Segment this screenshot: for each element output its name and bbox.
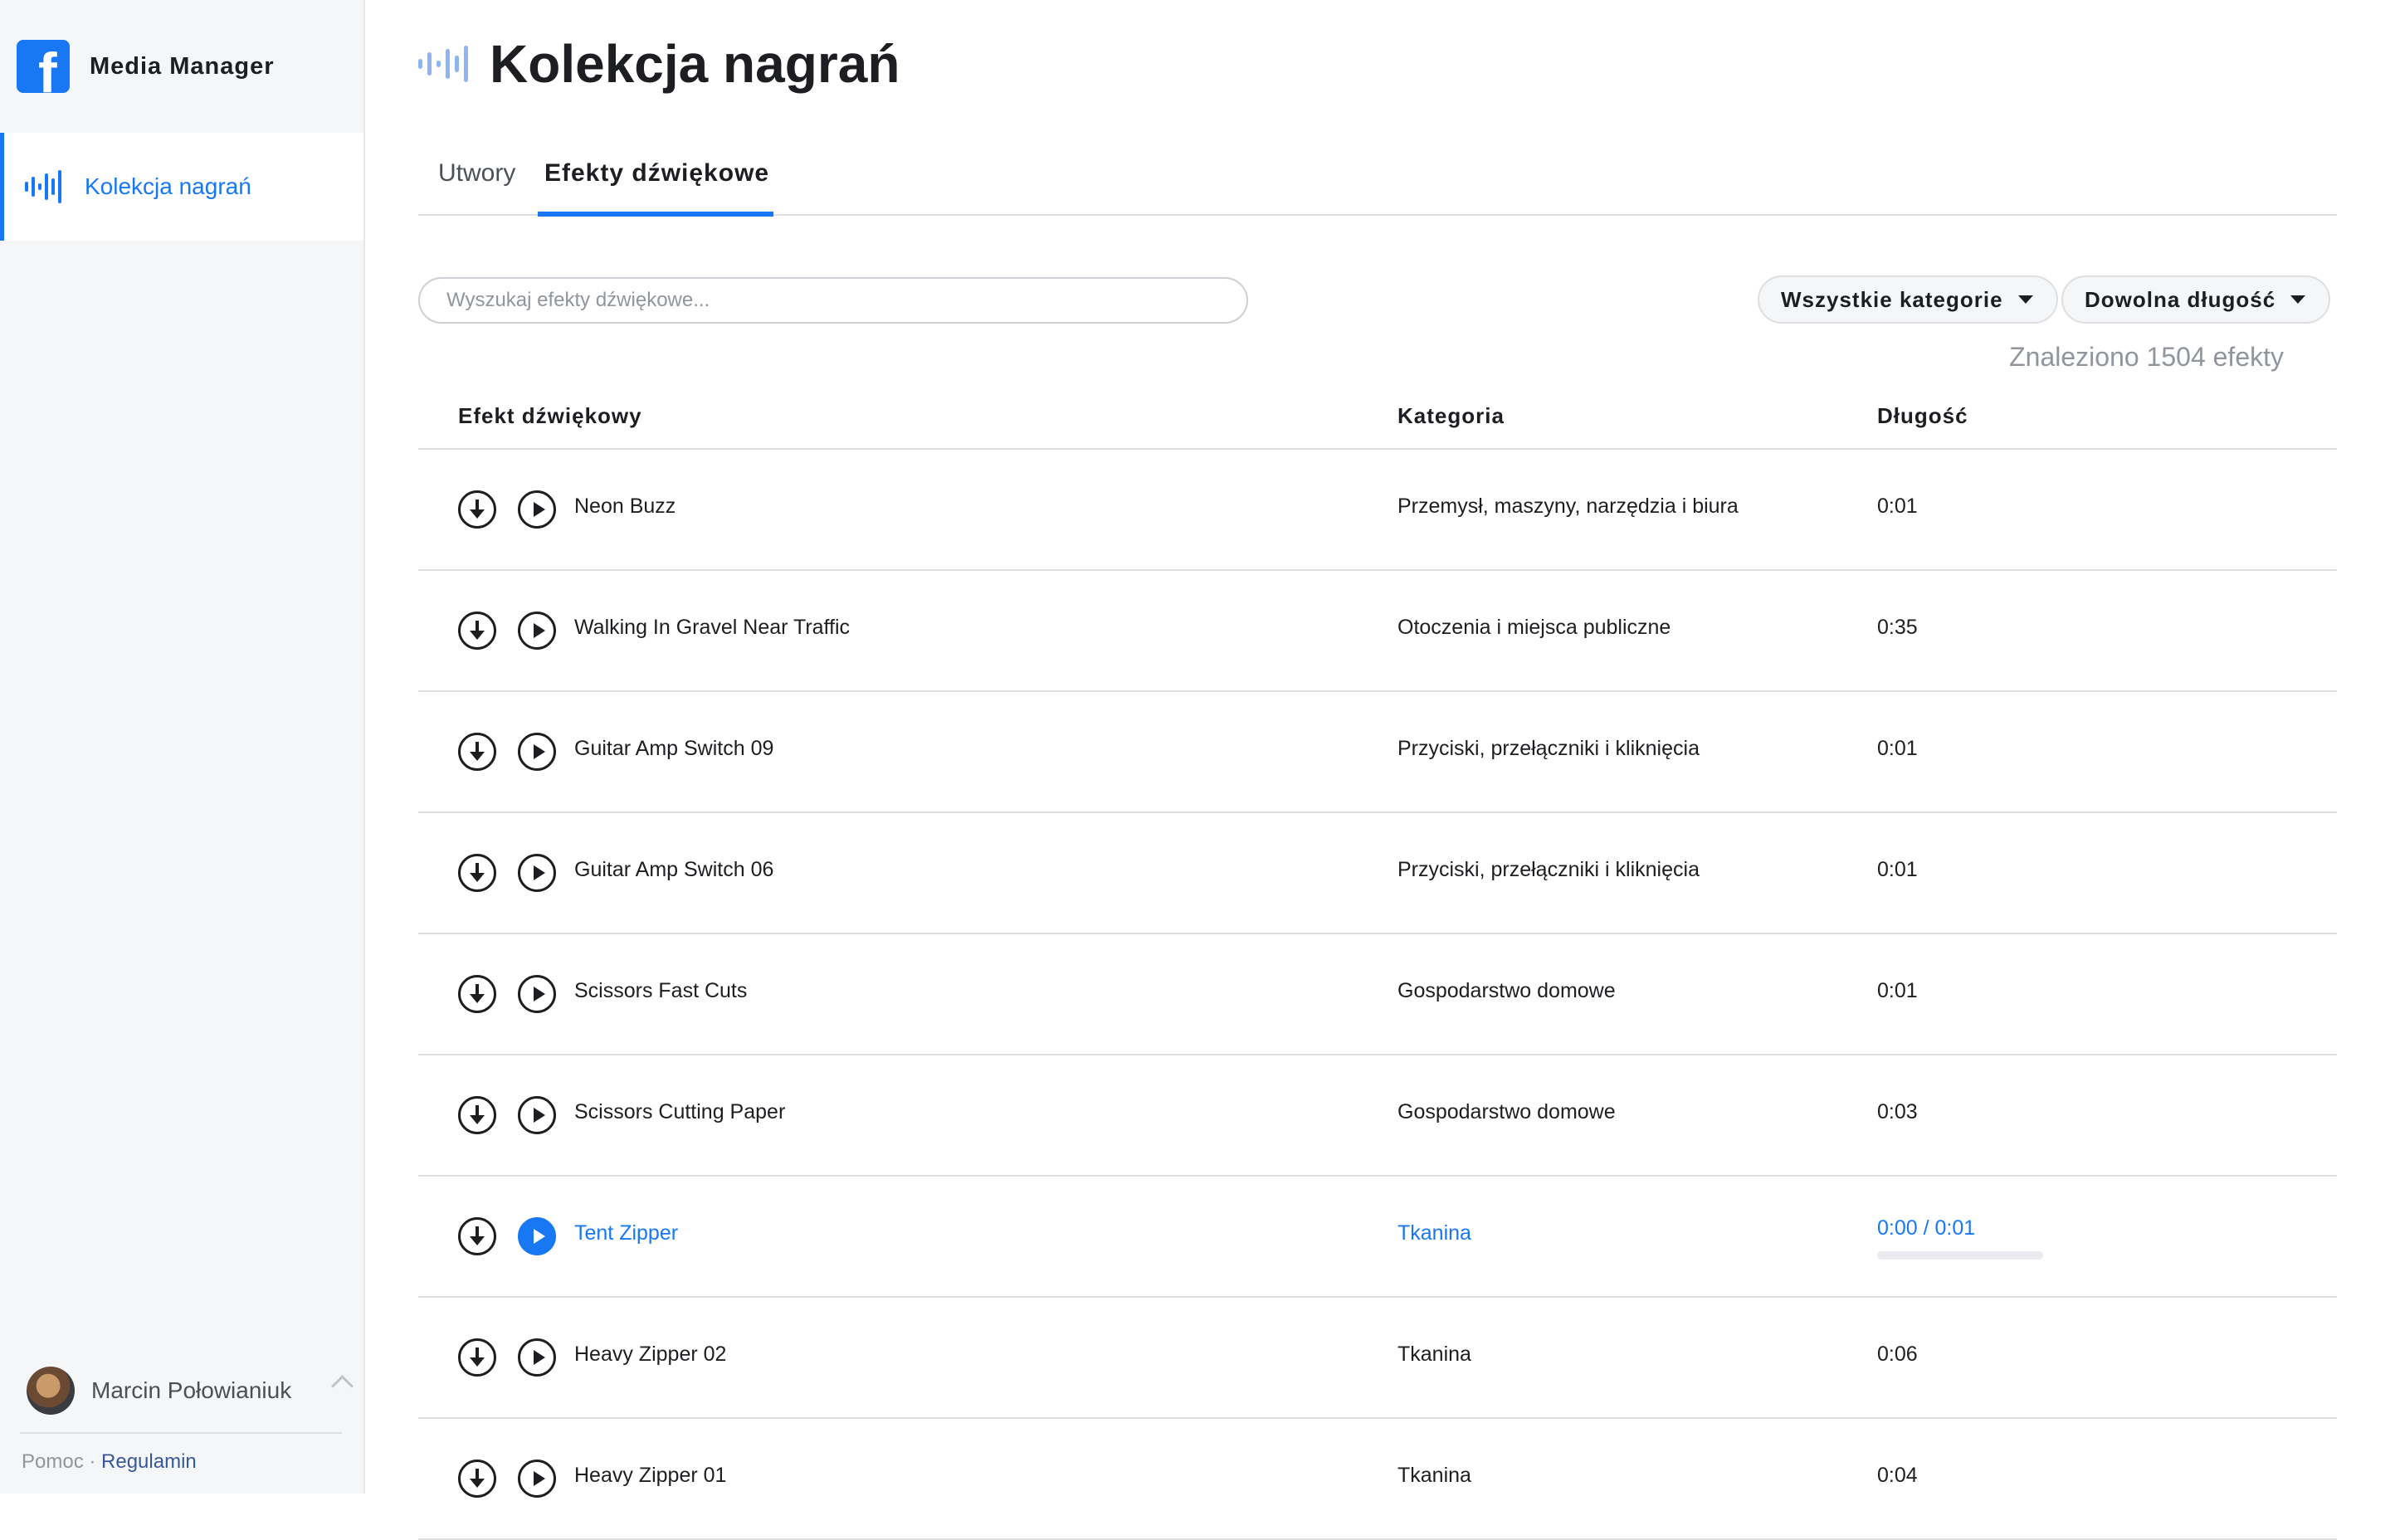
download-icon[interactable] [458, 1460, 496, 1498]
play-icon[interactable] [518, 1217, 556, 1255]
results-count: Znaleziono 1504 efekty [2009, 342, 2284, 372]
footer-links: Pomoc · Regulamin [22, 1450, 197, 1474]
play-icon[interactable] [518, 490, 556, 529]
effect-category: Tkanina [1397, 1221, 1471, 1245]
effect-category: Gospodarstwo domowe [1397, 979, 1616, 1002]
table-row[interactable]: Guitar Amp Switch 09 Przyciski, przełącz… [418, 692, 2337, 813]
facebook-logo-icon: f [17, 40, 70, 93]
effect-duration: 0:00 / 0:01 [1877, 1216, 1976, 1240]
effect-category: Przyciski, przełączniki i kliknięcia [1397, 737, 1700, 760]
sound-wave-icon [25, 170, 61, 203]
active-tab-indicator [538, 212, 773, 217]
effect-category: Otoczenia i miejsca publiczne [1397, 616, 1671, 639]
table-row[interactable]: Neon Buzz Przemysł, maszyny, narzędzia i… [418, 450, 2337, 571]
table-header: Efekt dźwiękowy Kategoria Długość [418, 387, 2337, 450]
table-row[interactable]: Walking In Gravel Near Traffic Otoczenia… [418, 571, 2337, 692]
effect-name: Scissors Fast Cuts [574, 979, 748, 1002]
download-icon[interactable] [458, 975, 496, 1013]
effect-duration: 0:06 [1877, 1343, 1918, 1366]
tab-utwory[interactable]: Utwory [438, 159, 515, 188]
effect-name: Guitar Amp Switch 09 [574, 737, 774, 760]
sound-effects-table: Efekt dźwiękowy Kategoria Długość Neon B… [418, 387, 2337, 1540]
effect-category: Tkanina [1397, 1464, 1471, 1487]
brand[interactable]: f Media Manager [17, 40, 275, 93]
sidebar-item-label: Kolekcja nagrań [85, 173, 251, 199]
effect-duration: 0:01 [1877, 979, 1918, 1002]
play-icon[interactable] [518, 975, 556, 1013]
logo-letter: f [38, 41, 57, 93]
effect-name: Walking In Gravel Near Traffic [574, 616, 851, 639]
effect-category: Tkanina [1397, 1343, 1471, 1366]
download-icon[interactable] [458, 1338, 496, 1377]
play-icon[interactable] [518, 1096, 556, 1134]
sidebar-item-kolekcja-nagran[interactable]: Kolekcja nagrań [0, 133, 363, 241]
download-icon[interactable] [458, 733, 496, 771]
tab-bar: Utwory Efekty dźwiękowe [418, 146, 2337, 217]
effect-duration: 0:01 [1877, 495, 1918, 518]
footer-separator: · [83, 1450, 102, 1473]
page-title: Kolekcja nagrań [490, 34, 900, 94]
main-content: Kolekcja nagrań Utwory Efekty dźwiękowe … [418, 0, 2337, 1540]
effect-name: Tent Zipper [574, 1221, 679, 1245]
avatar [27, 1367, 75, 1415]
page-header: Kolekcja nagrań [418, 33, 900, 95]
category-dropdown-label: Wszystkie kategorie [1781, 286, 2003, 312]
effect-name: Neon Buzz [574, 495, 676, 518]
chevron-up-icon[interactable] [331, 1375, 354, 1397]
effect-duration: 0:04 [1877, 1464, 1918, 1487]
download-icon[interactable] [458, 490, 496, 529]
effect-duration: 0:03 [1877, 1100, 1918, 1123]
app-name: Media Manager [90, 52, 275, 80]
effect-name: Heavy Zipper 01 [574, 1464, 727, 1487]
download-icon[interactable] [458, 1217, 496, 1255]
effect-category: Gospodarstwo domowe [1397, 1100, 1616, 1123]
table-row[interactable]: Scissors Cutting Paper Gospodarstwo domo… [418, 1055, 2337, 1177]
play-icon[interactable] [518, 1338, 556, 1377]
download-icon[interactable] [458, 612, 496, 650]
category-dropdown[interactable]: Wszystkie kategorie [1758, 275, 2058, 324]
terms-link[interactable]: Regulamin [101, 1450, 197, 1473]
search-input[interactable] [418, 277, 1248, 324]
play-icon[interactable] [518, 1460, 556, 1498]
play-icon[interactable] [518, 612, 556, 650]
table-row[interactable]: Guitar Amp Switch 06 Przyciski, przełącz… [418, 813, 2337, 934]
effect-duration: 0:01 [1877, 737, 1918, 760]
effect-duration: 0:35 [1877, 616, 1918, 639]
column-header-duration[interactable]: Długość [1877, 403, 1968, 429]
length-dropdown-label: Dowolna długość [2085, 286, 2276, 312]
effect-name: Heavy Zipper 02 [574, 1343, 727, 1366]
caret-down-icon [2290, 295, 2306, 304]
column-header-category[interactable]: Kategoria [1397, 403, 1505, 429]
tab-efekty-dzwiekowe[interactable]: Efekty dźwiękowe [544, 159, 769, 188]
effect-duration: 0:01 [1877, 858, 1918, 881]
download-icon[interactable] [458, 1096, 496, 1134]
table-row[interactable]: Heavy Zipper 02 Tkanina 0:06 [418, 1298, 2337, 1419]
length-dropdown[interactable]: Dowolna długość [2061, 275, 2331, 324]
table-row[interactable]: Scissors Fast Cuts Gospodarstwo domowe 0… [418, 934, 2337, 1055]
help-link[interactable]: Pomoc [22, 1450, 84, 1473]
playback-progress-bar[interactable] [1877, 1251, 2043, 1260]
sidebar: f Media Manager Kolekcja nagrań Marcin P… [0, 0, 365, 1494]
table-row[interactable]: Heavy Zipper 01 Tkanina 0:04 [418, 1419, 2337, 1540]
download-icon[interactable] [458, 854, 496, 892]
user-name: Marcin Połowianiuk [91, 1377, 292, 1403]
caret-down-icon [2017, 295, 2033, 304]
user-menu[interactable]: Marcin Połowianiuk [27, 1365, 354, 1416]
play-icon[interactable] [518, 854, 556, 892]
sound-wave-icon [418, 46, 468, 82]
play-icon[interactable] [518, 733, 556, 771]
sidebar-divider [20, 1432, 342, 1434]
effect-name: Scissors Cutting Paper [574, 1100, 786, 1123]
effect-name: Guitar Amp Switch 06 [574, 858, 774, 881]
effect-category: Przyciski, przełączniki i kliknięcia [1397, 858, 1700, 881]
column-header-effect[interactable]: Efekt dźwiękowy [458, 403, 642, 429]
table-row-playing[interactable]: Tent Zipper Tkanina 0:00 / 0:01 [418, 1177, 2337, 1298]
effect-category: Przemysł, maszyny, narzędzia i biura [1397, 495, 1739, 518]
